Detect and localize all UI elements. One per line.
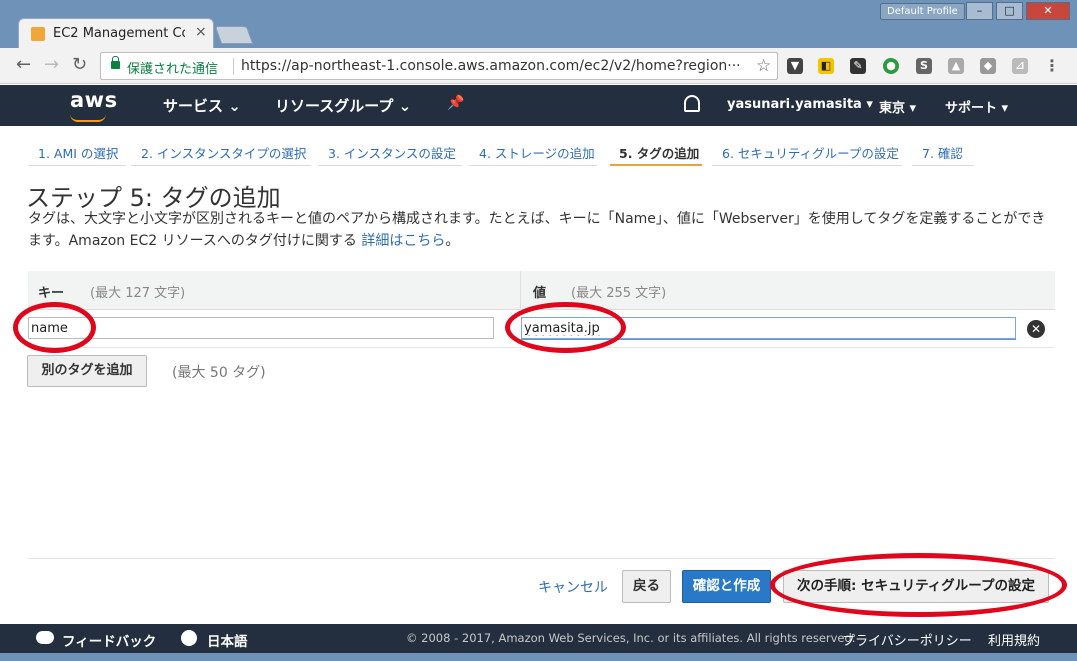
pdf-extension-icon[interactable]: ⊿ [1012, 58, 1028, 74]
tab-tags[interactable]: 5. タグの追加 [610, 138, 702, 166]
pocket-extension-icon[interactable]: ▼ [787, 58, 803, 74]
evernote-extension-icon[interactable]: ✎ [850, 58, 866, 74]
window-bottom-border [0, 653, 1077, 661]
tab-close-icon[interactable]: × [195, 24, 207, 40]
add-tag-button[interactable]: 別のタグを追加 [27, 355, 147, 387]
reload-icon[interactable]: ↻ [72, 55, 87, 75]
description-line1: タグは、大文字と小文字が区別されるキーと値のペアから構成されます。たとえば、キー… [28, 211, 1046, 227]
aws-logo[interactable]: aws [70, 88, 118, 112]
description-text: ます。Amazon EC2 リソースへのタグ付けに関する [28, 233, 362, 249]
back-icon[interactable]: ← [16, 55, 31, 75]
minimize-button[interactable]: – [966, 2, 993, 20]
pin-icon[interactable]: 📌 [447, 95, 464, 111]
browser-toolbar: ← → ↻ 保護された通信 https://ap-northeast-1.con… [0, 48, 1077, 84]
annotation-circle-value [505, 302, 626, 353]
resource-groups-menu[interactable]: リソースグループ ⌄ [275, 95, 411, 116]
drive-extension-icon[interactable]: ▲ [948, 58, 964, 74]
value-column-header: 値 (最大 255 文字) [520, 271, 1055, 310]
lock-icon [111, 56, 120, 69]
s-extension-icon[interactable]: S [916, 58, 932, 74]
copyright-text: © 2008 - 2017, Amazon Web Services, Inc.… [406, 631, 856, 645]
tab-storage[interactable]: 4. ストレージの追加 [469, 138, 597, 166]
privacy-policy-link[interactable]: プライバシーポリシー [842, 630, 972, 649]
key-column-header: キー (最大 127 文字) [28, 271, 520, 310]
user-menu[interactable]: yasunari.yamasita ▾ [727, 97, 873, 112]
aws-smile-icon [70, 114, 106, 122]
new-tab-button[interactable] [214, 26, 254, 44]
description-line2: ます。Amazon EC2 リソースへのタグ付けに関する 詳細はこちら。 [28, 230, 1053, 252]
value-header-label: 値 [533, 286, 547, 301]
forward-icon[interactable]: → [44, 55, 59, 75]
annotation-circle-key [13, 302, 96, 353]
details-link[interactable]: 詳細はこちら [361, 233, 445, 249]
secure-label: 保護された通信 [127, 62, 219, 77]
tab-instance-type[interactable]: 2. インスタンスタイプの選択 [131, 138, 311, 166]
bookmark-star-icon[interactable]: ☆ [756, 56, 771, 76]
maximize-button[interactable]: □ [996, 2, 1023, 20]
address-bar[interactable]: 保護された通信 https://ap-northeast-1.console.a… [100, 52, 778, 80]
language-selector[interactable]: 日本語 [207, 630, 248, 650]
remove-tag-icon[interactable]: ✕ [1027, 320, 1045, 338]
profile-button[interactable]: Default Profile [880, 3, 965, 20]
value-header-hint: (最大 255 文字) [571, 286, 667, 301]
aws-header: aws サービス ⌄ リソースグループ ⌄ 📌 yasunari.yamasit… [0, 85, 1077, 126]
services-menu[interactable]: サービス ⌄ [163, 95, 241, 116]
feedback-icon [36, 631, 54, 644]
aws-favicon-icon [31, 27, 45, 41]
url-text[interactable]: https://ap-northeast-1.console.aws.amazo… [241, 58, 741, 74]
annotation-circle-next [770, 553, 1067, 617]
browser-tab[interactable]: EC2 Management Con × [18, 18, 214, 48]
description-end: 。 [445, 233, 460, 249]
tab-ami[interactable]: 1. AMI の選択 [28, 138, 126, 166]
key-header-hint: (最大 127 文字) [90, 286, 186, 301]
browser-title-bar: EC2 Management Con × Default Profile – □… [0, 0, 1077, 48]
max-tags-hint: (最大 50 タグ) [172, 365, 266, 381]
tab-instance-config[interactable]: 3. インスタンスの設定 [318, 138, 462, 166]
notification-bell-icon[interactable] [684, 95, 700, 112]
tab-security-group[interactable]: 6. セキュリティグループの設定 [712, 138, 902, 166]
region-menu[interactable]: 東京 ▾ [879, 97, 916, 116]
aws-footer: フィードバック 日本語 © 2008 - 2017, Amazon Web Se… [0, 624, 1077, 653]
back-button[interactable]: 戻る [622, 570, 671, 603]
chrome-menu-icon[interactable]: ⋮ [1044, 56, 1060, 75]
tab-review[interactable]: 7. 確認 [912, 138, 974, 166]
cancel-link[interactable]: キャンセル [538, 577, 608, 597]
url-separator [233, 58, 234, 75]
review-and-launch-button[interactable]: 確認と作成 [682, 570, 771, 603]
extension-icon[interactable]: ◧ [818, 58, 834, 74]
feedback-link[interactable]: フィードバック [62, 630, 156, 650]
extension-badge-icon[interactable]: ● [883, 58, 899, 74]
tag-key-input[interactable] [28, 317, 494, 339]
support-menu[interactable]: サポート ▾ [945, 97, 1008, 116]
terms-link[interactable]: 利用規約 [988, 630, 1040, 649]
dropbox-extension-icon[interactable]: ◆ [980, 58, 996, 74]
close-window-button[interactable]: ✕ [1026, 2, 1070, 20]
globe-icon [181, 630, 197, 646]
key-header-label: キー [38, 286, 65, 301]
page-description: タグは、大文字と小文字が区別されるキーと値のペアから構成されます。たとえば、キー… [28, 208, 1053, 252]
tab-title: EC2 Management Con [53, 26, 185, 41]
